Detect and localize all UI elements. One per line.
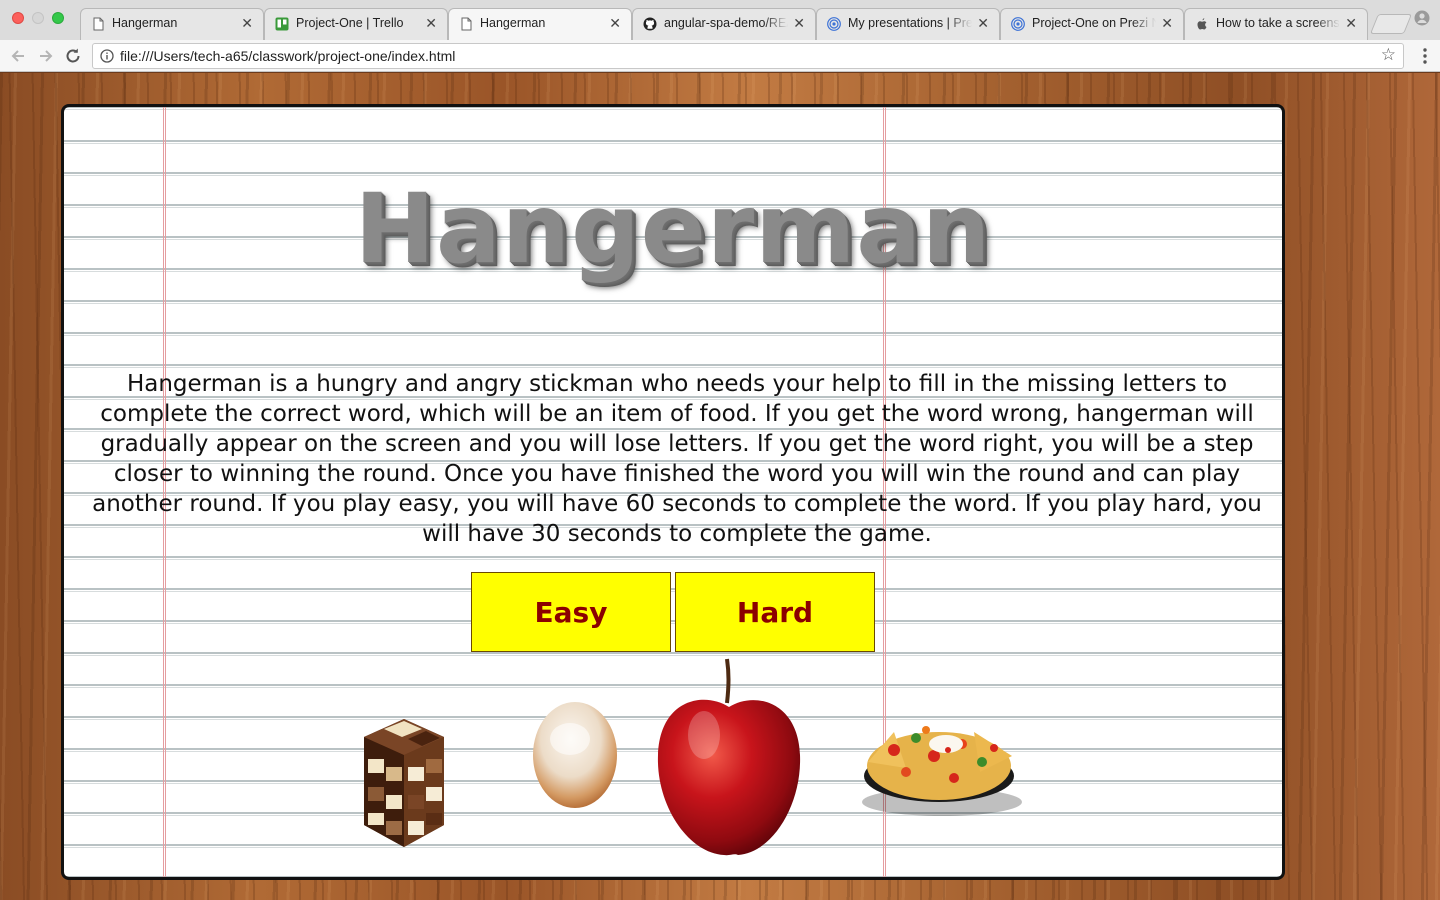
- document-icon: [461, 17, 472, 31]
- close-tab-icon[interactable]: ✕: [1161, 15, 1173, 31]
- trello-icon: [275, 17, 289, 31]
- browser-tab[interactable]: How to take a screensh ✕: [1184, 8, 1368, 40]
- page-viewport: Hangerman Hangerman is a hungry and angr…: [0, 73, 1440, 900]
- tab-title: Project-One | Trello: [296, 16, 404, 30]
- profile-icon[interactable]: [1414, 10, 1430, 26]
- new-tab-button[interactable]: [1369, 14, 1413, 34]
- game-description: Hangerman is a hungry and angry stickman…: [92, 371, 1262, 547]
- tab-title: Project-One on Prezi N: [1032, 16, 1156, 30]
- chocolate-image: [364, 719, 444, 847]
- info-icon[interactable]: [100, 49, 114, 63]
- menu-icon[interactable]: [1420, 47, 1430, 65]
- page-title: Hangerman: [354, 173, 992, 285]
- browser-toolbar: file:///Users/tech-a65/classwork/project…: [0, 40, 1440, 72]
- document-icon: [93, 17, 104, 31]
- browser-tab[interactable]: Project-One on Prezi N ✕: [1000, 8, 1184, 40]
- url-text: file:///Users/tech-a65/classwork/project…: [120, 48, 456, 64]
- tab-strip: Hangerman ✕ Project-One | Trello ✕ Hange…: [0, 0, 1440, 40]
- browser-tab-active[interactable]: Hangerman ✕: [448, 8, 632, 40]
- close-tab-icon[interactable]: ✕: [977, 15, 989, 31]
- browser-tab[interactable]: Project-One | Trello ✕: [264, 8, 448, 40]
- bookmark-star-icon[interactable]: ☆: [1381, 45, 1396, 65]
- github-icon: [643, 17, 657, 31]
- close-tab-icon[interactable]: ✕: [609, 15, 621, 31]
- hard-button[interactable]: Hard: [675, 572, 875, 652]
- tab-title: My presentations | Pre: [848, 16, 972, 30]
- browser-tab[interactable]: Hangerman ✕: [80, 8, 264, 40]
- prezi-icon: [827, 17, 841, 31]
- zoom-window-button[interactable]: [52, 12, 64, 24]
- tab-title: Hangerman: [112, 16, 178, 30]
- doughnut-image: [533, 702, 617, 808]
- nachos-image: [862, 726, 1022, 816]
- tab-title: How to take a screensh: [1216, 16, 1340, 30]
- close-window-button[interactable]: [12, 12, 24, 24]
- apple-image: [657, 658, 801, 856]
- back-icon[interactable]: [8, 45, 30, 67]
- browser-tab[interactable]: angular-spa-demo/REA ✕: [632, 8, 816, 40]
- reload-icon[interactable]: [62, 45, 84, 67]
- tab-title: angular-spa-demo/REA: [664, 16, 788, 30]
- notebook-paper: Hangerman Hangerman is a hungry and angr…: [61, 104, 1285, 880]
- address-bar[interactable]: file:///Users/tech-a65/classwork/project…: [92, 43, 1404, 69]
- forward-icon[interactable]: [34, 45, 56, 67]
- close-tab-icon[interactable]: ✕: [1345, 15, 1357, 31]
- browser-tab[interactable]: My presentations | Pre ✕: [816, 8, 1000, 40]
- minimize-window-button[interactable]: [32, 12, 44, 24]
- close-tab-icon[interactable]: ✕: [793, 15, 805, 31]
- close-tab-icon[interactable]: ✕: [241, 15, 253, 31]
- prezi-icon: [1011, 17, 1025, 31]
- easy-button[interactable]: Easy: [471, 572, 671, 652]
- apple-icon: [1197, 18, 1207, 30]
- tab-title: Hangerman: [480, 16, 546, 30]
- close-tab-icon[interactable]: ✕: [425, 15, 437, 31]
